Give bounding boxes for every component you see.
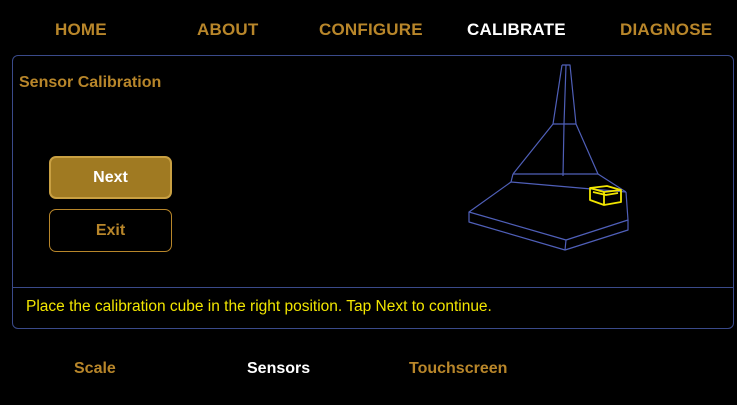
nav-calibrate[interactable]: CALIBRATE (467, 20, 566, 40)
tab-sensors[interactable]: Sensors (247, 360, 310, 378)
nav-about[interactable]: ABOUT (197, 20, 258, 40)
tab-scale[interactable]: Scale (74, 360, 116, 378)
top-navigation: HOME ABOUT CONFIGURE CALIBRATE DIAGNOSE (0, 0, 737, 56)
calibration-stand-icon (468, 64, 629, 251)
nav-configure[interactable]: CONFIGURE (319, 20, 423, 40)
next-button[interactable]: Next (49, 156, 172, 199)
nav-home[interactable]: HOME (55, 20, 107, 40)
panel-divider (13, 287, 733, 288)
panel-title: Sensor Calibration (19, 74, 162, 91)
exit-button[interactable]: Exit (49, 209, 172, 252)
calibration-screen: HOME ABOUT CONFIGURE CALIBRATE DIAGNOSE … (0, 0, 737, 405)
calibration-subtabs: Scale Sensors Touchscreen (0, 345, 737, 395)
status-message: Place the calibration cube in the right … (26, 298, 492, 315)
calibration-cube-icon (589, 185, 622, 206)
tab-touchscreen[interactable]: Touchscreen (409, 360, 507, 378)
calibration-panel: Sensor Calibration Next Exit Place the c… (12, 55, 734, 329)
nav-diagnose[interactable]: DIAGNOSE (620, 20, 712, 40)
